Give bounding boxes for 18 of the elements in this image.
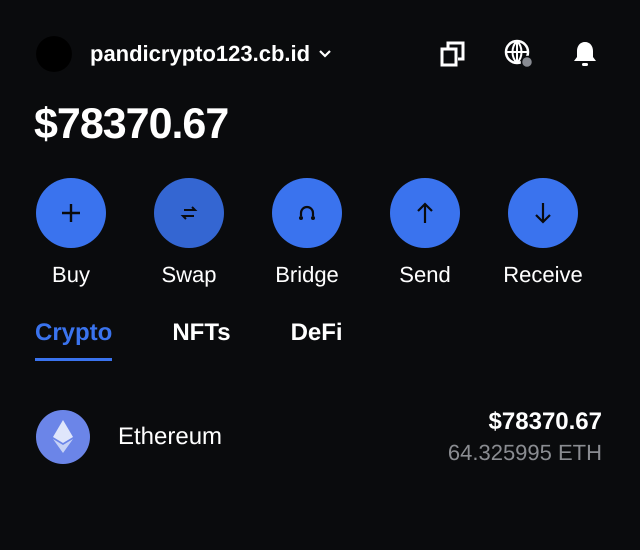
bell-icon[interactable]: [572, 40, 598, 68]
action-label[interactable]: Receive: [503, 262, 583, 288]
balance-amount: $78370.67: [34, 100, 228, 149]
account-selector[interactable]: pandicrypto123.cb.id: [90, 41, 332, 67]
action-label[interactable]: Buy: [52, 262, 90, 288]
tab[interactable]: NFTs: [172, 296, 231, 361]
ethereum-icon: [36, 410, 90, 464]
tab[interactable]: DeFi: [290, 296, 343, 361]
copy-icon[interactable]: [440, 41, 466, 67]
asset-value: $78370.67: [488, 408, 602, 436]
asset-amount: 64.325995 ETH: [448, 440, 602, 466]
asset-name: Ethereum: [118, 423, 224, 451]
action-label[interactable]: Send: [399, 262, 451, 288]
tab[interactable]: Crypto: [35, 296, 112, 361]
action-label[interactable]: Bridge: [275, 262, 339, 288]
chevron-down-icon: [318, 49, 332, 59]
globe-icon[interactable]: [504, 39, 534, 69]
action-label[interactable]: Swap: [161, 262, 217, 288]
